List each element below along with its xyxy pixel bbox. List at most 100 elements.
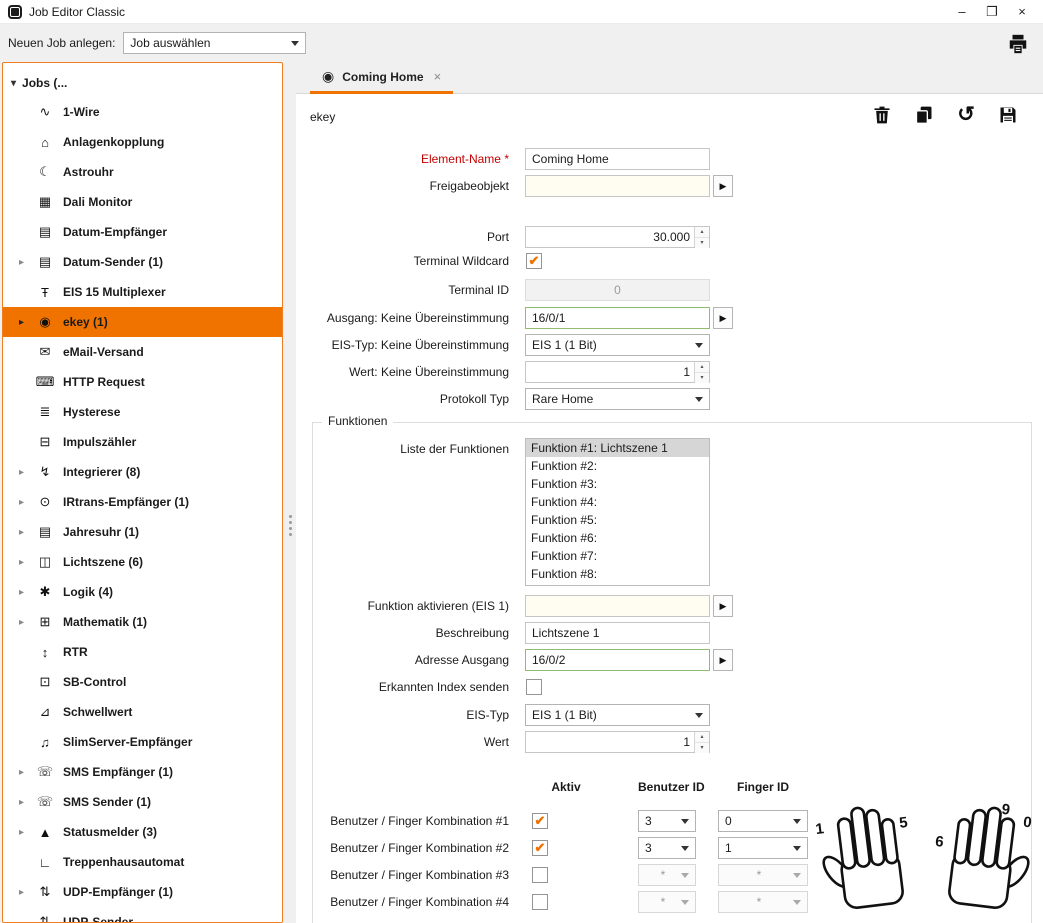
sidebar-item-statusmelder-3[interactable]: ▸▲Statusmelder (3) xyxy=(3,817,282,847)
wert-input[interactable]: 1 ▴▾ xyxy=(525,731,710,753)
sidebar-item-label: 1-Wire xyxy=(63,105,100,119)
adresse-ausgang-address-picker-button[interactable]: ▶ xyxy=(713,649,733,671)
sidebar-item-jahresuhr-1[interactable]: ▸▤Jahresuhr (1) xyxy=(3,517,282,547)
close-button[interactable]: × xyxy=(1009,4,1035,20)
tab-close-icon[interactable]: × xyxy=(434,69,442,84)
sidebar-item-mathematik-1[interactable]: ▸⊞Mathematik (1) xyxy=(3,607,282,637)
eis-typ-select[interactable]: EIS 1 (1 Bit) xyxy=(525,704,710,726)
sidebar-item-rtr[interactable]: ↕RTR xyxy=(3,637,282,667)
protokoll-typ-select[interactable]: Rare Home xyxy=(525,388,710,410)
funktion-list-item-8[interactable]: Funktion #8: xyxy=(526,565,709,583)
sidebar-item-label: Astrouhr xyxy=(63,165,114,179)
sidebar-item-email-versand[interactable]: ✉eMail-Versand xyxy=(3,337,282,367)
sidebar-item-astrouhr[interactable]: ☾Astrouhr xyxy=(3,157,282,187)
aktiv-checkbox[interactable]: ✔ xyxy=(532,813,548,829)
expand-icon[interactable]: ▸ xyxy=(19,467,35,478)
funktion-list-item-4[interactable]: Funktion #4: xyxy=(526,493,709,511)
benutzer-id-select[interactable]: 3 xyxy=(638,837,696,859)
delete-button[interactable] xyxy=(871,104,893,126)
sidebar-item-http-request[interactable]: ⌨HTTP Request xyxy=(3,367,282,397)
eis-typ-keine-select[interactable]: EIS 1 (1 Bit) xyxy=(525,334,710,356)
terminal-wildcard-checkbox[interactable]: ✔ xyxy=(526,253,542,269)
tab-coming-home[interactable]: ◉ Coming Home × xyxy=(310,62,453,94)
expand-icon[interactable]: ▸ xyxy=(19,887,35,898)
copy-button[interactable] xyxy=(913,104,935,126)
spin-down-icon[interactable]: ▾ xyxy=(695,373,709,383)
sidebar-item-anlagenkopplung[interactable]: ⌂Anlagenkopplung xyxy=(3,127,282,157)
sidebar-item-datum-sender-1[interactable]: ▸▤Datum-Sender (1) xyxy=(3,247,282,277)
sidebar-item-logik-4[interactable]: ▸✱Logik (4) xyxy=(3,577,282,607)
port-spinner[interactable]: ▴▾ xyxy=(694,227,709,247)
freigabeobjekt-input[interactable] xyxy=(525,175,710,197)
spin-up-icon[interactable]: ▴ xyxy=(695,227,709,238)
wert-keine-spinner[interactable]: ▴▾ xyxy=(694,362,709,382)
funktion-list-item-1[interactable]: Funktion #1: Lichtszene 1 xyxy=(526,439,709,457)
tree-root-jobs[interactable]: ▾ Jobs (... xyxy=(11,71,67,95)
sidebar-item-impulsz-hler[interactable]: ⊟Impulszähler xyxy=(3,427,282,457)
sidebar-item-1-wire[interactable]: ∿1-Wire xyxy=(3,97,282,127)
maximize-button[interactable]: ❐ xyxy=(979,4,1005,20)
expand-icon[interactable]: ▸ xyxy=(19,497,35,508)
reload-button[interactable]: ↺ xyxy=(955,104,977,126)
job-select[interactable]: Job auswählen xyxy=(123,32,306,54)
sidebar-item-ekey-1[interactable]: ▸◉ekey (1) xyxy=(3,307,282,337)
save-button[interactable] xyxy=(997,104,1019,126)
funktion-list-item-2[interactable]: Funktion #2: xyxy=(526,457,709,475)
sidebar-item-sms-empf-nger-1[interactable]: ▸☏SMS Empfänger (1) xyxy=(3,757,282,787)
sidebar-item-dali-monitor[interactable]: ▦Dali Monitor xyxy=(3,187,282,217)
expand-icon[interactable]: ▸ xyxy=(19,587,35,598)
ausgang-address-picker-button[interactable]: ▶ xyxy=(713,307,733,329)
finger-id-select[interactable]: 1 xyxy=(718,837,808,859)
expand-icon[interactable]: ▸ xyxy=(19,317,35,328)
funktion-list-item-6[interactable]: Funktion #6: xyxy=(526,529,709,547)
expand-icon[interactable]: ▸ xyxy=(19,797,35,808)
sidebar-item-treppenhausautomat[interactable]: ∟Treppenhausautomat xyxy=(3,847,282,877)
expand-icon[interactable]: ▸ xyxy=(19,827,35,838)
sidebar-item-slimserver-empf-nger[interactable]: ♫SlimServer-Empfänger xyxy=(3,727,282,757)
ausgang-address-input[interactable]: 16/0/1 xyxy=(525,307,710,329)
spin-down-icon[interactable]: ▾ xyxy=(695,743,709,753)
wert-keine-input[interactable]: 1 ▴▾ xyxy=(525,361,710,383)
expand-icon[interactable]: ▸ xyxy=(19,527,35,538)
port-input[interactable]: 30.000 ▴▾ xyxy=(525,226,710,248)
sidebar-item-integrierer-8[interactable]: ▸↯Integrierer (8) xyxy=(3,457,282,487)
sidebar-item-lichtszene-6[interactable]: ▸◫Lichtszene (6) xyxy=(3,547,282,577)
print-button[interactable] xyxy=(1007,33,1029,55)
funktionen-list[interactable]: Funktion #1: Lichtszene 1Funktion #2:Fun… xyxy=(525,438,710,586)
sidebar-item-udp-sender[interactable]: ⇅UDP-Sender xyxy=(3,907,282,923)
sidebar-item-sms-sender-1[interactable]: ▸☏SMS Sender (1) xyxy=(3,787,282,817)
expand-icon[interactable]: ▸ xyxy=(19,767,35,778)
erkannten-index-checkbox[interactable] xyxy=(526,679,542,695)
spin-up-icon[interactable]: ▴ xyxy=(695,362,709,373)
funktion-list-item-5[interactable]: Funktion #5: xyxy=(526,511,709,529)
funktion-aktivieren-address-picker-button[interactable]: ▶ xyxy=(713,595,733,617)
aktiv-checkbox[interactable]: ✔ xyxy=(532,840,548,856)
sidebar-item-udp-empf-nger-1[interactable]: ▸⇅UDP-Empfänger (1) xyxy=(3,877,282,907)
minimize-button[interactable]: – xyxy=(949,4,975,20)
benutzer-id-select[interactable]: 3 xyxy=(638,810,696,832)
element-name-input[interactable]: Coming Home xyxy=(525,148,710,170)
expand-icon[interactable]: ▸ xyxy=(19,557,35,568)
aktiv-checkbox[interactable] xyxy=(532,867,548,883)
freigabeobjekt-address-picker-button[interactable]: ▶ xyxy=(713,175,733,197)
funktion-list-item-7[interactable]: Funktion #7: xyxy=(526,547,709,565)
spin-up-icon[interactable]: ▴ xyxy=(695,732,709,743)
sidebar-item-eis-15-multiplexer[interactable]: ŦEIS 15 Multiplexer xyxy=(3,277,282,307)
funktion-aktivieren-input[interactable] xyxy=(525,595,710,617)
expand-icon[interactable]: ▸ xyxy=(19,617,35,628)
aktiv-checkbox[interactable] xyxy=(532,894,548,910)
panel-splitter-handle[interactable] xyxy=(286,508,295,542)
expand-icon[interactable]: ▸ xyxy=(19,257,35,268)
funktion-list-item-3[interactable]: Funktion #3: xyxy=(526,475,709,493)
sidebar-item-sb-control[interactable]: ⊡SB-Control xyxy=(3,667,282,697)
wert-spinner[interactable]: ▴▾ xyxy=(694,732,709,752)
beschreibung-input[interactable]: Lichtszene 1 xyxy=(525,622,710,644)
sidebar-item-hysterese[interactable]: ≣Hysterese xyxy=(3,397,282,427)
sidebar-item-schwellwert[interactable]: ⊿Schwellwert xyxy=(3,697,282,727)
sidebar-item-irtrans-empf-nger-1[interactable]: ▸⊙IRtrans-Empfänger (1) xyxy=(3,487,282,517)
collapse-icon[interactable]: ▾ xyxy=(11,78,16,89)
spin-down-icon[interactable]: ▾ xyxy=(695,238,709,248)
finger-id-select[interactable]: 0 xyxy=(718,810,808,832)
adresse-ausgang-input[interactable]: 16/0/2 xyxy=(525,649,710,671)
sidebar-item-datum-empf-nger[interactable]: ▤Datum-Empfänger xyxy=(3,217,282,247)
